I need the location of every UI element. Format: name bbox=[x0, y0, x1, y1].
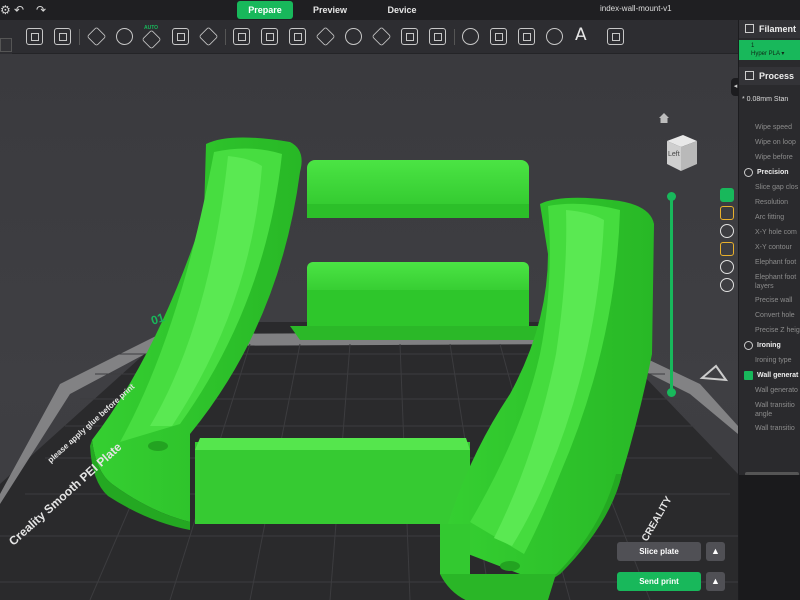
settings-item[interactable]: Elephant foot layers bbox=[739, 270, 800, 293]
seam-paint-icon[interactable] bbox=[429, 28, 446, 45]
undo-icon[interactable]: ↶ bbox=[14, 3, 24, 17]
settings-icon[interactable] bbox=[720, 260, 734, 274]
mesh-boolean-icon[interactable] bbox=[371, 26, 392, 47]
layer-slider-bottom-knob[interactable] bbox=[667, 388, 676, 397]
rotate-icon[interactable] bbox=[261, 28, 278, 45]
lay-on-face-icon[interactable] bbox=[315, 26, 336, 47]
others-icon[interactable] bbox=[720, 278, 734, 292]
settings-item[interactable]: Convert hole bbox=[739, 308, 800, 323]
filament-header: Filament bbox=[739, 20, 800, 38]
settings-item[interactable]: X-Y hole com bbox=[739, 225, 800, 240]
redo-icon[interactable]: ↷ bbox=[36, 3, 46, 17]
settings-item[interactable]: Wipe speed bbox=[739, 120, 800, 135]
settings-item[interactable]: X-Y contour bbox=[739, 240, 800, 255]
plate-corner-marker bbox=[699, 364, 729, 382]
settings-item[interactable]: Wall transitio angle bbox=[739, 398, 800, 421]
view-cube[interactable] bbox=[661, 131, 699, 175]
tab-prepare[interactable]: Prepare bbox=[237, 1, 293, 19]
settings-panel: Filament 1 Hyper PLA ▾ Process * 0.08mm … bbox=[738, 20, 800, 600]
text-tool-icon[interactable]: A bbox=[575, 25, 587, 45]
process-icon bbox=[745, 71, 754, 80]
settings-item[interactable]: Wipe on loop bbox=[739, 135, 800, 150]
settings-group-label: Wall generat bbox=[757, 372, 799, 379]
right-screw-hole bbox=[500, 561, 520, 571]
settings-item[interactable]: Precise wall bbox=[739, 293, 800, 308]
support-icon[interactable] bbox=[720, 242, 734, 256]
model-front-bar bbox=[195, 442, 470, 524]
panel-footer bbox=[739, 475, 800, 600]
settings-group-label: Precision bbox=[757, 169, 789, 176]
process-settings-list: Wipe speed Wipe on loop Wipe before Precisi… bbox=[739, 120, 800, 436]
slicer-app: ⚙ ↶ ↷ Prepare Preview Device index-wall-… bbox=[0, 0, 800, 600]
quality-icon[interactable] bbox=[720, 206, 734, 220]
3d-viewport[interactable]: Creality Smooth PEI Plate please apply g… bbox=[0, 54, 738, 600]
layers-icon[interactable] bbox=[198, 26, 219, 47]
process-header: Process bbox=[739, 67, 800, 85]
svg-tool-icon[interactable] bbox=[607, 28, 624, 45]
process-title: Process bbox=[759, 71, 795, 81]
gear-icon[interactable]: ⚙ bbox=[0, 3, 11, 17]
settings-item[interactable]: Precise Z heig bbox=[739, 323, 800, 338]
slice-options-button[interactable]: ▲ bbox=[706, 542, 725, 561]
side-icon-column bbox=[720, 188, 736, 296]
orient-icon[interactable] bbox=[86, 26, 107, 47]
settings-item[interactable]: Wipe before bbox=[739, 150, 800, 165]
add-object-icon[interactable] bbox=[26, 28, 43, 45]
color-paint-icon[interactable] bbox=[462, 28, 479, 45]
cut-icon[interactable] bbox=[345, 28, 362, 45]
settings-item[interactable]: Resolution bbox=[739, 195, 800, 210]
send-print-button[interactable]: Send print bbox=[617, 572, 701, 591]
filament-selector[interactable]: 1 Hyper PLA ▾ bbox=[739, 40, 800, 60]
move-icon[interactable] bbox=[233, 28, 250, 45]
project-name: index-wall-mount-v1 bbox=[600, 4, 672, 13]
group-icon bbox=[744, 341, 753, 350]
filament-title: Filament bbox=[759, 24, 797, 34]
main-toolbar: AUTO A bbox=[0, 20, 738, 54]
settings-item[interactable]: Wall generato bbox=[739, 383, 800, 398]
filament-icon bbox=[745, 24, 754, 33]
group-icon bbox=[744, 371, 753, 380]
scene-canvas bbox=[0, 137, 738, 600]
support-paint-icon[interactable] bbox=[401, 28, 418, 45]
settings-item[interactable]: Arc fitting bbox=[739, 210, 800, 225]
settings-item[interactable]: Slice gap clos bbox=[739, 180, 800, 195]
view-cube-label: Left bbox=[668, 151, 680, 158]
settings-group-label: Ironing bbox=[757, 342, 781, 349]
main-tabs: Prepare Preview Device bbox=[237, 1, 439, 19]
left-screw-hole bbox=[148, 441, 168, 451]
home-icon[interactable] bbox=[658, 112, 670, 124]
assembly-icon[interactable] bbox=[518, 28, 535, 45]
process-preset[interactable]: * 0.08mm Stan bbox=[742, 96, 788, 103]
emboss-icon[interactable] bbox=[546, 28, 563, 45]
title-bar: ⚙ ↶ ↷ Prepare Preview Device index-wall-… bbox=[0, 0, 800, 20]
settings-group[interactable]: Ironing bbox=[739, 338, 800, 353]
group-icon bbox=[744, 168, 753, 177]
layer-slider[interactable] bbox=[670, 197, 673, 393]
slice-plate-button[interactable]: Slice plate bbox=[617, 542, 701, 561]
tab-device[interactable]: Device bbox=[367, 1, 437, 19]
pencil-icon[interactable] bbox=[0, 38, 12, 52]
filament-name: Hyper PLA ▾ bbox=[751, 51, 785, 57]
settings-item[interactable]: Elephant foot bbox=[739, 255, 800, 270]
settings-item[interactable]: Wall transitio bbox=[739, 421, 800, 436]
settings-item[interactable]: Ironing type bbox=[739, 353, 800, 368]
split-plate-icon[interactable] bbox=[172, 28, 189, 45]
auto-orient-icon[interactable] bbox=[141, 29, 162, 50]
measure-icon[interactable] bbox=[490, 28, 507, 45]
tab-preview[interactable]: Preview bbox=[295, 1, 365, 19]
objects-icon[interactable] bbox=[720, 188, 734, 202]
speed-icon[interactable] bbox=[720, 224, 734, 238]
add-plate-icon[interactable] bbox=[54, 28, 71, 45]
settings-group[interactable]: Wall generat bbox=[739, 368, 800, 383]
layer-slider-top-knob[interactable] bbox=[667, 192, 676, 201]
arrange-icon[interactable] bbox=[116, 28, 133, 45]
filament-slot: 1 bbox=[751, 43, 755, 49]
settings-group[interactable]: Precision bbox=[739, 165, 800, 180]
send-options-button[interactable]: ▲ bbox=[706, 572, 725, 591]
scale-icon[interactable] bbox=[289, 28, 306, 45]
